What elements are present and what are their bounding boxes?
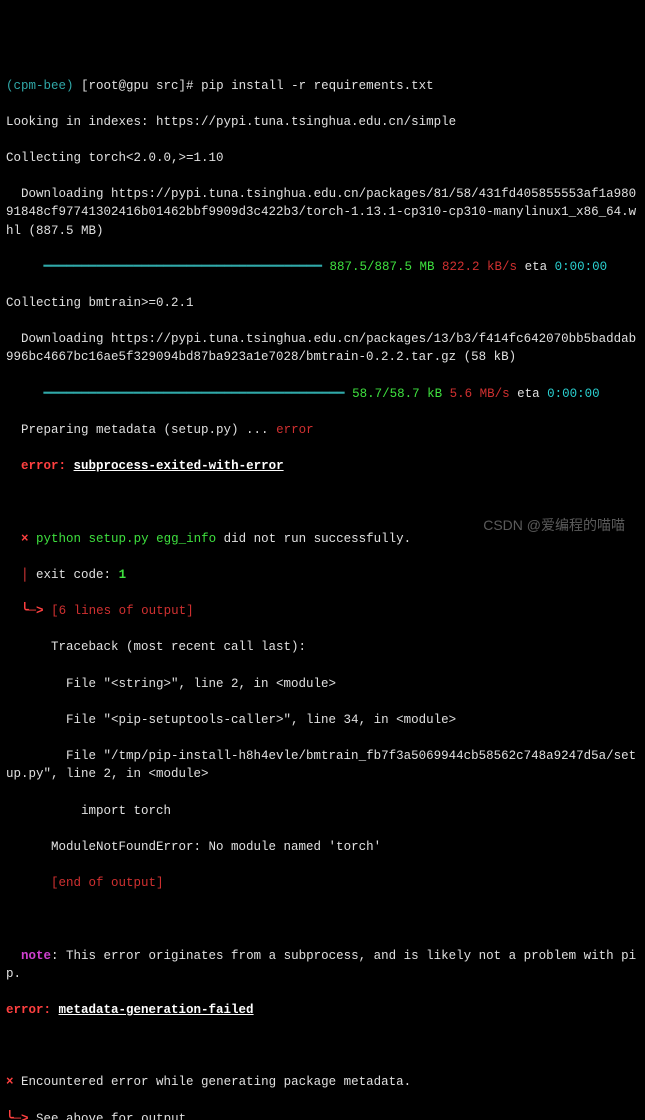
output-line: ╰─> [6 lines of output]: [6, 602, 639, 620]
watermark: CSDN @爱编程的喵喵: [483, 515, 625, 535]
error-title: subprocess-exited-with-error: [74, 459, 284, 473]
end-output: [end of output]: [51, 876, 164, 890]
progress-speed: 5.6 MB/s: [450, 387, 510, 401]
output-line: Looking in indexes: https://pypi.tuna.ts…: [6, 113, 639, 131]
progress-line: ━━━━━━━━━━━━━━━━━━━━━━━━━━━━━━━━━━━━━━━━…: [6, 385, 639, 403]
traceback-line: File "/tmp/pip-install-h8h4evle/bmtrain_…: [6, 747, 639, 783]
lines-output: [6 lines of output]: [51, 604, 194, 618]
progress-size: 58.7/58.7 kB: [352, 387, 442, 401]
error-line: error: subprocess-exited-with-error: [6, 457, 639, 475]
error-label: error:: [21, 459, 66, 473]
blank-line: [6, 493, 639, 511]
eta-value: 0:00:00: [555, 260, 608, 274]
user-host: [root@gpu src]#: [81, 79, 194, 93]
terminal-prompt: (cpm-bee) [root@gpu src]# pip install -r…: [6, 77, 639, 95]
command-text[interactable]: pip install -r requirements.txt: [201, 79, 434, 93]
output-line: Preparing metadata (setup.py) ... error: [6, 421, 639, 439]
output-line: │ exit code: 1: [6, 566, 639, 584]
eta-value: 0:00:00: [547, 387, 600, 401]
output-line: [end of output]: [6, 874, 639, 892]
note-line: note: This error originates from a subpr…: [6, 947, 639, 983]
traceback-line: Traceback (most recent call last):: [6, 638, 639, 656]
traceback-line: File "<string>", line 2, in <module>: [6, 675, 639, 693]
egg-info: python setup.py egg_info: [36, 532, 216, 546]
blank-line: [6, 1037, 639, 1055]
traceback-line: File "<pip-setuptools-caller>", line 34,…: [6, 711, 639, 729]
x-icon: ×: [21, 532, 29, 546]
progress-line: ━━━━━━━━━━━━━━━━━━━━━━━━━━━━━━━━━━━━━ 88…: [6, 258, 639, 276]
arrow-icon: ╰─>: [6, 1112, 29, 1120]
traceback-line: ModuleNotFoundError: No module named 'to…: [6, 838, 639, 856]
pipe-icon: │: [21, 568, 29, 582]
blank-line: [6, 910, 639, 928]
venv-name: (cpm-bee): [6, 79, 74, 93]
eta-label: eta: [517, 387, 540, 401]
progress-bar: ━━━━━━━━━━━━━━━━━━━━━━━━━━━━━━━━━━━━━: [6, 260, 322, 274]
output-line: Collecting bmtrain>=0.2.1: [6, 294, 639, 312]
output-line: Collecting torch<2.0.0,>=1.10: [6, 149, 639, 167]
traceback-line: import torch: [6, 802, 639, 820]
output-line: Downloading https://pypi.tuna.tsinghua.e…: [6, 185, 639, 239]
error-status: error: [276, 423, 314, 437]
arrow-icon: ╰─>: [21, 604, 44, 618]
output-line: × Encountered error while generating pac…: [6, 1073, 639, 1091]
output-line: ╰─> See above for output.: [6, 1110, 639, 1120]
exit-code: 1: [119, 568, 127, 582]
output-line: Downloading https://pypi.tuna.tsinghua.e…: [6, 330, 639, 366]
eta-label: eta: [525, 260, 548, 274]
progress-size: 887.5/887.5 MB: [329, 260, 434, 274]
x-icon: ×: [6, 1075, 14, 1089]
error-label: error:: [6, 1003, 51, 1017]
note-label: note: [21, 949, 51, 963]
error-line: error: metadata-generation-failed: [6, 1001, 639, 1019]
progress-speed: 822.2 kB/s: [442, 260, 517, 274]
progress-bar: ━━━━━━━━━━━━━━━━━━━━━━━━━━━━━━━━━━━━━━━━: [6, 387, 345, 401]
error-title: metadata-generation-failed: [59, 1003, 254, 1017]
